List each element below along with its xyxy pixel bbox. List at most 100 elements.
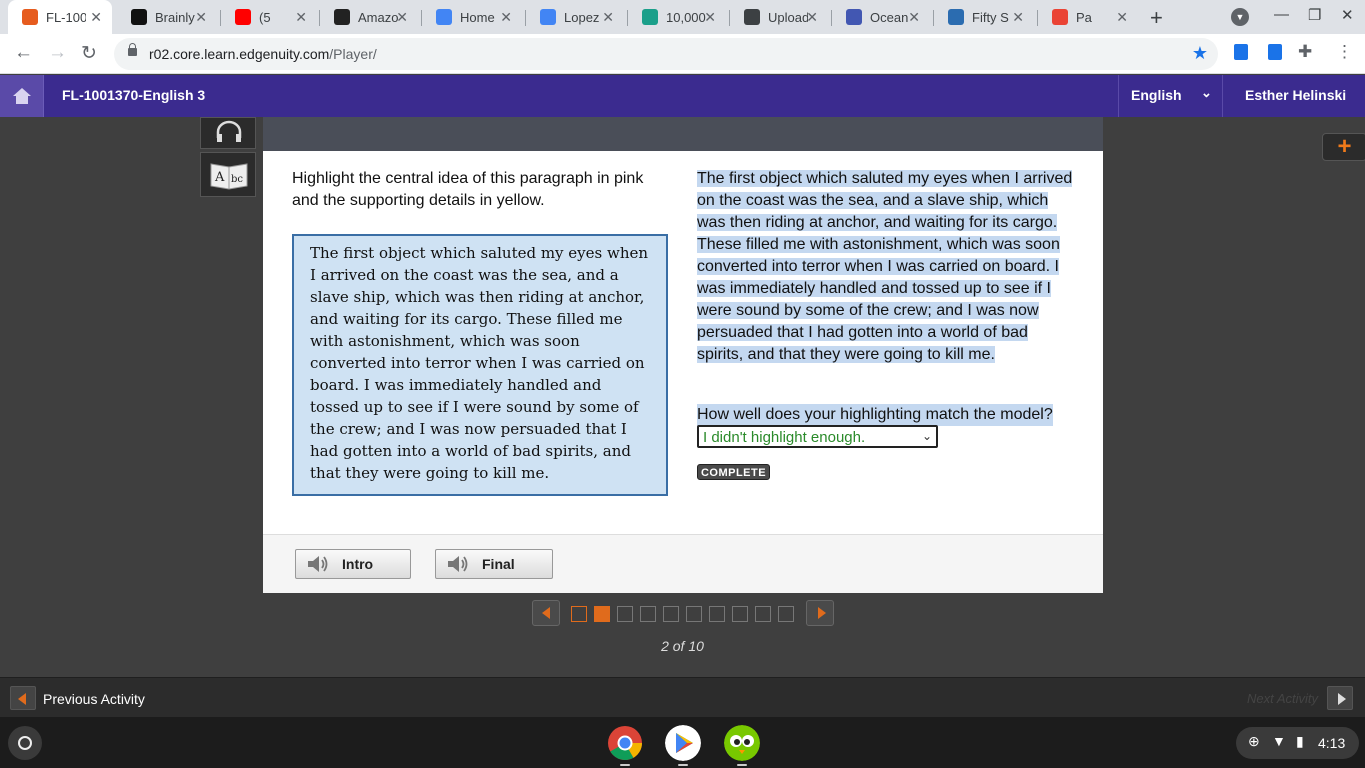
previous-page-button[interactable] [532,600,560,626]
tab-separator [421,10,422,26]
tab-title: Pa [1076,9,1092,25]
triangle-left-icon [542,607,550,619]
page-square[interactable] [571,606,587,622]
page-square[interactable] [617,606,633,622]
amazon-icon [334,9,350,25]
tab-title: Ocean [870,9,909,25]
next-activity-label: Next Activity [1247,691,1319,706]
intro-audio-button[interactable]: Intro [295,549,411,579]
page-square[interactable] [594,606,610,622]
user-name[interactable]: Esther Helinski [1245,87,1346,103]
browser-tab[interactable]: Brainly ✕ [117,0,217,34]
close-tab-icon[interactable]: ✕ [90,9,102,26]
next-activity-button[interactable] [1327,686,1353,710]
browser-tab[interactable]: Pa ✕ [1038,0,1138,34]
highlightable-passage[interactable]: The first object which saluted my eyes w… [292,234,668,496]
browser-tab[interactable]: Ocean ✕ [832,0,930,34]
clock-time: 4:13 [1318,735,1346,751]
back-icon[interactable]: ← [14,42,33,64]
gmail-icon [1052,9,1068,25]
status-tray[interactable]: ⊕ ▼ ▮ 4:13 [1236,727,1359,759]
extension-icon[interactable] [1234,44,1248,60]
close-tab-icon[interactable]: ✕ [602,9,614,26]
complete-button[interactable]: COMPLETE [697,464,770,480]
chrome-app-icon[interactable] [607,725,643,761]
close-tab-icon[interactable]: ✕ [295,9,307,26]
restore-button[interactable]: ❐ [1308,6,1321,24]
page-square[interactable] [732,606,748,622]
close-window-button[interactable]: ✕ [1341,6,1354,24]
forward-icon[interactable]: → [48,42,67,64]
glossary-tool-button[interactable]: A bc [200,152,256,197]
close-tab-icon[interactable]: ✕ [195,9,207,26]
running-indicator [678,764,688,766]
previous-activity-label[interactable]: Previous Activity [43,691,145,707]
address-bar[interactable]: r02.core.learn.edgenuity.com/Player/ ★ [114,38,1218,70]
browser-tab[interactable]: 10,000 ✕ [628,0,726,34]
quizlet-layers-icon [744,9,760,25]
speaker-icon [308,556,328,572]
extensions-puzzle-icon[interactable]: ✚ [1298,42,1312,62]
browser-tab[interactable]: Amazo ✕ [320,0,418,34]
previous-activity-button[interactable] [10,686,36,710]
page-square[interactable] [778,606,794,622]
intro-label: Intro [342,556,374,572]
url-text[interactable]: r02.core.learn.edgenuity.com/Player/ [149,46,377,62]
final-audio-button[interactable]: Final [435,549,553,579]
triangle-right-icon [818,607,826,619]
new-tab-button[interactable]: + [1150,5,1163,31]
self-check-dropdown[interactable]: I didn't highlight enough. ⌄ [697,425,938,448]
browser-tab[interactable]: (5 ✕ [221,0,317,34]
close-tab-icon[interactable]: ✕ [806,9,818,26]
bookmark-star-icon[interactable]: ★ [1192,43,1208,64]
close-tab-icon[interactable]: ✕ [396,9,408,26]
reload-icon[interactable]: ↻ [81,42,97,65]
browser-tab[interactable]: Upload ✕ [730,0,828,34]
page-square[interactable] [686,606,702,622]
triangle-left-icon [18,693,26,705]
url-host: r02.core.learn.edgenuity.com [149,46,330,62]
tab-title: Home [460,9,495,25]
menu-dots-icon[interactable]: ⋮ [1336,42,1353,62]
home-button[interactable] [0,75,44,117]
page-square[interactable] [663,606,679,622]
film-reel-icon [948,9,964,25]
close-tab-icon[interactable]: ✕ [1116,9,1128,26]
audio-tool-button[interactable] [200,117,256,149]
classlink-icon [540,9,556,25]
close-tab-icon[interactable]: ✕ [704,9,716,26]
close-tab-icon[interactable]: ✕ [908,9,920,26]
language-selector[interactable]: English ⌄ [1118,75,1223,117]
play-store-app-icon[interactable] [665,725,701,761]
browser-tab[interactable]: Lopez ✕ [526,0,624,34]
lock-icon[interactable] [128,43,137,56]
extension-icon[interactable] [1268,44,1282,60]
launcher-button[interactable] [8,726,42,760]
tab-search-icon[interactable]: ▼ [1231,8,1249,26]
tab-separator [831,10,832,26]
triangle-right-icon [1338,693,1346,705]
duolingo-app-icon[interactable] [724,725,760,761]
minimize-button[interactable]: — [1274,6,1289,23]
browser-tab[interactable]: Home ✕ [422,0,522,34]
page-square[interactable] [640,606,656,622]
tab-separator [525,10,526,26]
battery-icon: ▮ [1296,733,1304,749]
browser-tab[interactable]: Fifty S ✕ [934,0,1034,34]
next-page-button[interactable] [806,600,834,626]
close-tab-icon[interactable]: ✕ [1012,9,1024,26]
activity-frame: Highlight the central idea of this parag… [263,151,1103,593]
page-square[interactable] [709,606,725,622]
tab-separator [729,10,730,26]
close-tab-icon[interactable]: ✕ [500,9,512,26]
docs-icon [642,9,658,25]
page-square[interactable] [755,606,771,622]
add-note-button[interactable]: + [1322,133,1365,161]
speaker-icon [448,556,468,572]
browser-toolbar: ← → ↻ r02.core.learn.edgenuity.com/Playe… [0,34,1365,74]
url-path: /Player/ [329,46,377,62]
browser-tab[interactable]: FL-100 ✕ [8,0,112,34]
tab-title: Upload [768,9,808,25]
chevron-down-icon: ⌄ [921,429,932,443]
dictionary-book-icon: A bc [210,163,248,190]
